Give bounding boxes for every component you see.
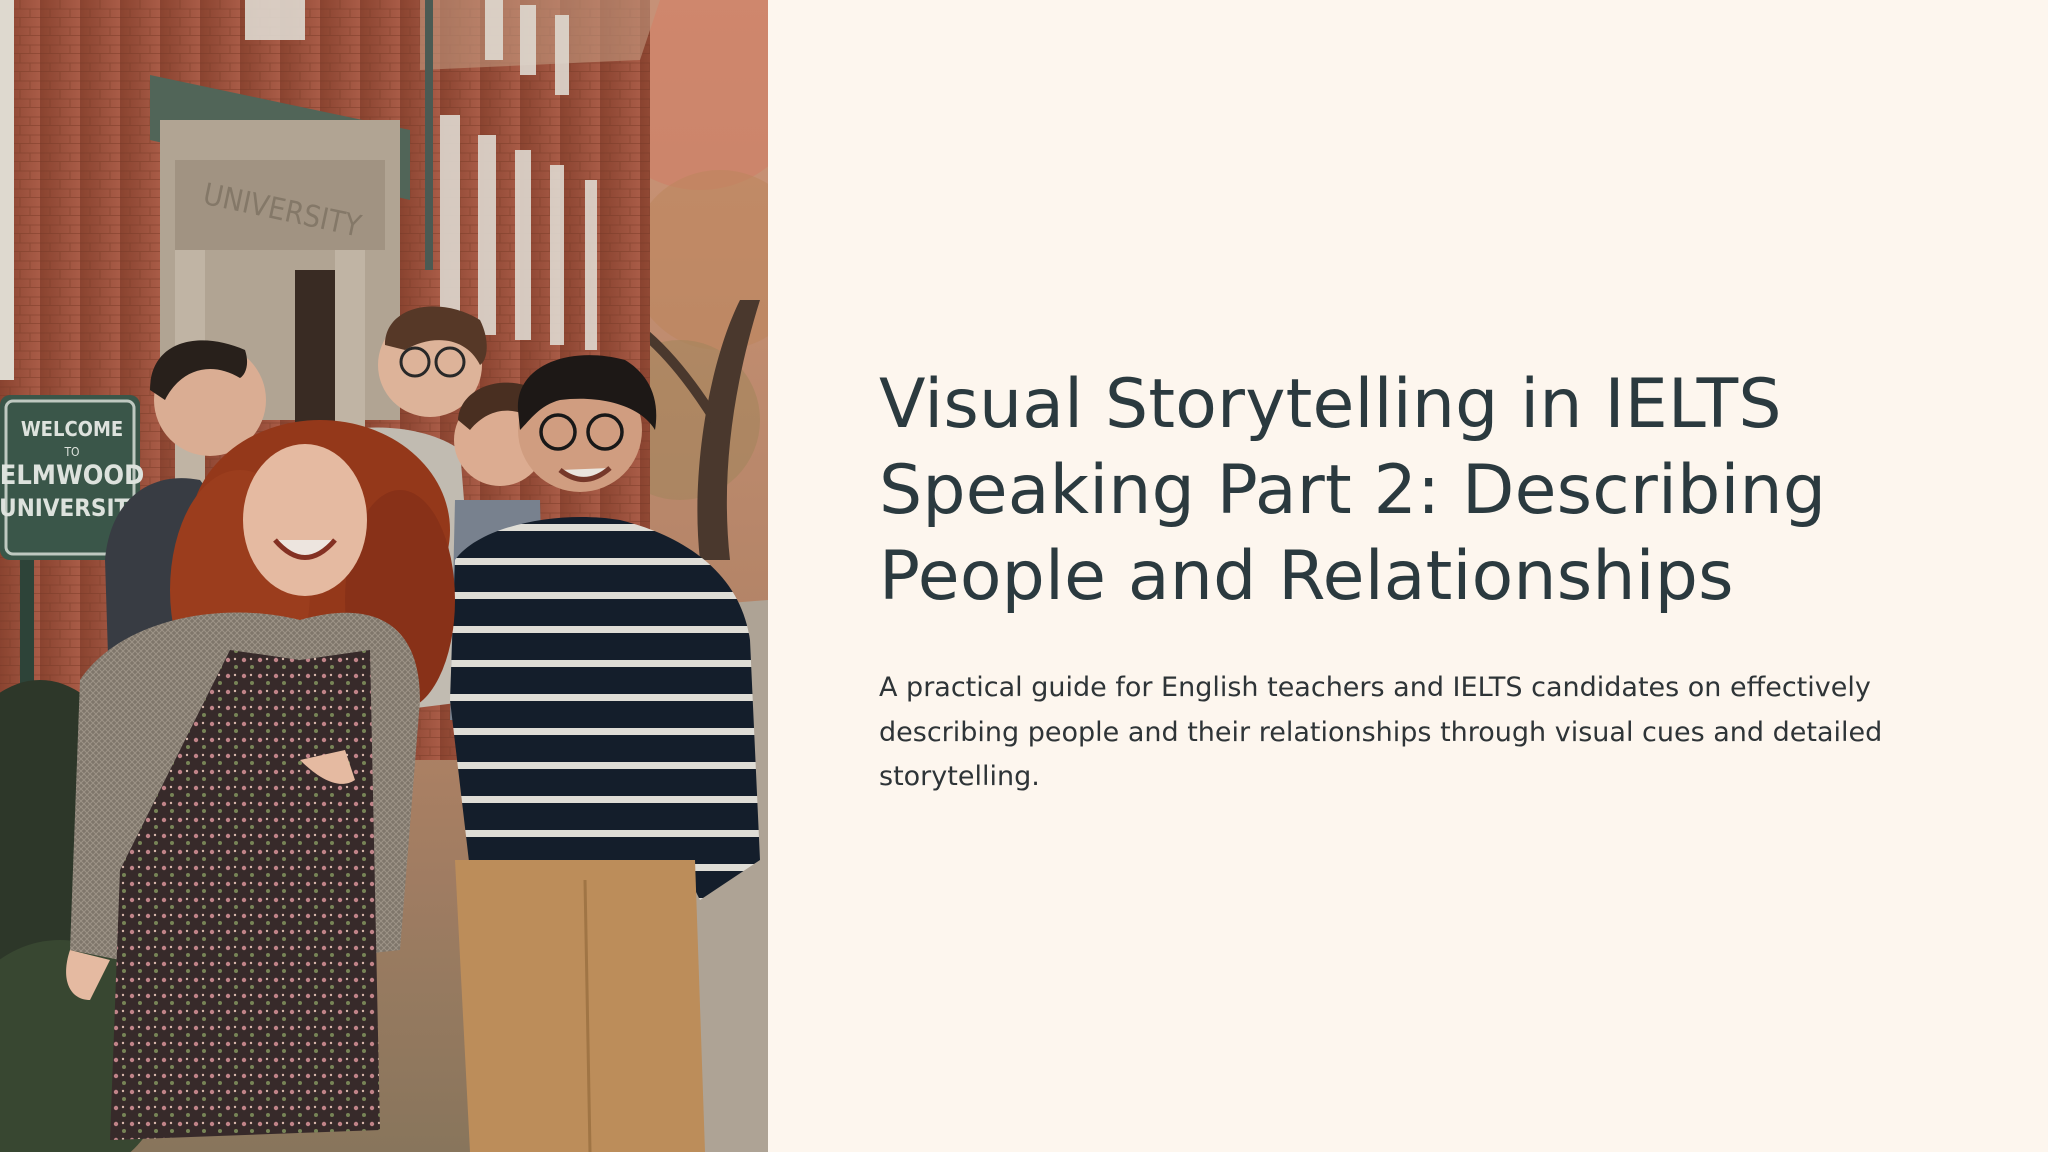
slide-subtitle: A practical guide for English teachers a… (879, 672, 1883, 792)
slide: UNIVERSITY WELCOME TO ELMWOOD UNIVERSITY (0, 0, 2048, 1152)
title-panel: Visual Storytelling in IELTS Speaking Pa… (768, 0, 2048, 1152)
hero-photo: UNIVERSITY WELCOME TO ELMWOOD UNIVERSITY (0, 0, 768, 1152)
slide-title: Visual Storytelling in IELTS Speaking Pa… (879, 365, 1827, 616)
students-campus-illustration: UNIVERSITY WELCOME TO ELMWOOD UNIVERSITY (0, 0, 768, 1152)
